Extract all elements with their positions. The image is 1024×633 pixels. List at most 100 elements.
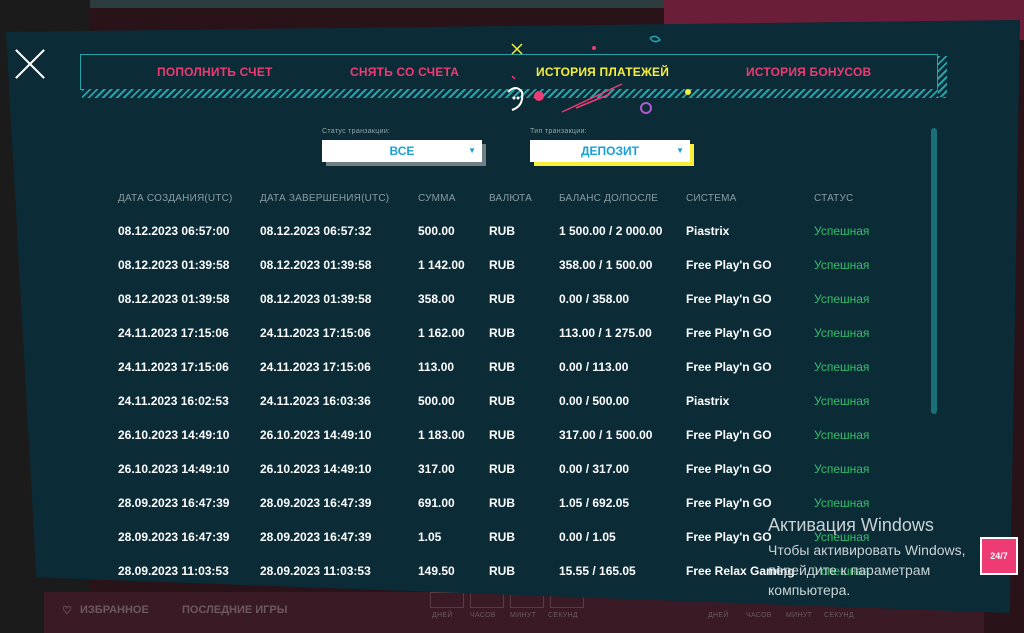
cell-created: 24.11.2023 16:02:53 [118, 394, 229, 408]
counter-label-days: ДНЕЙ [432, 612, 453, 619]
close-icon[interactable] [12, 46, 48, 82]
cell-amount: 358.00 [418, 292, 455, 306]
cell-created: 08.12.2023 01:39:58 [118, 258, 230, 272]
cell-amount: 500.00 [418, 394, 455, 408]
cell-amount: 113.00 [418, 360, 455, 374]
cell-balance: 317.00 / 1 500.00 [559, 428, 653, 442]
type-filter-label: Тип транзакции: [530, 128, 587, 135]
cell-system: Free Play'n GO [686, 258, 772, 272]
cell-balance: 0.00 / 358.00 [559, 292, 630, 306]
cell-status: Успешная [814, 326, 870, 340]
cell-balance: 0.00 / 500.00 [559, 394, 630, 408]
cell-status: Успешная [814, 258, 870, 272]
counter-label-minutes: МИНУТ [786, 612, 813, 619]
favorites-heart-icon: ♡ [62, 605, 72, 617]
cell-created: 28.09.2023 11:03:53 [118, 564, 229, 578]
tab-deposit[interactable]: ПОПОЛНИТЬ СЧЕТ [157, 65, 273, 79]
confetti-decoration-icon [507, 35, 691, 114]
cell-completed: 24.11.2023 17:15:06 [260, 360, 371, 374]
cell-currency: RUB [489, 496, 515, 510]
cell-currency: RUB [489, 326, 515, 340]
column-header-amount: СУММА [418, 193, 456, 204]
cell-status: Успешная [814, 428, 870, 442]
table-row: 24.11.2023 17:15:06 24.11.2023 17:15:06 1 … [0, 326, 1024, 360]
tab-bonus-history[interactable]: ИСТОРИЯ БОНУСОВ [746, 65, 871, 79]
type-select-value: ДЕПОЗИТ [581, 144, 639, 158]
table-row: 08.12.2023 01:39:58 08.12.2023 01:39:58 1 … [0, 258, 1024, 292]
windows-activation-title: Активация Windows [768, 515, 934, 535]
tab-withdraw[interactable]: СНЯТЬ СО СЧЕТА [350, 65, 459, 79]
cell-currency: RUB [489, 428, 515, 442]
chevron-down-icon: ▼ [468, 146, 476, 155]
counter-label-hours: ЧАСОВ [746, 612, 772, 619]
cell-system: Free Play'n GO [686, 530, 772, 544]
cell-currency: RUB [489, 360, 515, 374]
cell-balance: 0.00 / 317.00 [559, 462, 630, 476]
cell-system: Free Play'n GO [686, 292, 772, 306]
cell-system: Free Play'n GO [686, 428, 772, 442]
cell-completed: 28.09.2023 16:47:39 [260, 530, 372, 544]
cell-completed: 28.09.2023 16:47:39 [260, 496, 372, 510]
cell-completed: 08.12.2023 01:39:58 [260, 292, 372, 306]
cell-balance: 1.05 / 692.05 [559, 496, 630, 510]
counter-label-hours: ЧАСОВ [470, 612, 496, 619]
column-header-system: СИСТЕМА [686, 193, 737, 204]
cell-currency: RUB [489, 394, 515, 408]
cell-amount: 1 183.00 [418, 428, 465, 442]
recent-games-link[interactable]: ПОСЛЕДНИЕ ИГРЫ [182, 604, 288, 616]
cell-created: 24.11.2023 17:15:06 [118, 326, 229, 340]
cell-amount: 317.00 [418, 462, 455, 476]
favorites-link[interactable]: ИЗБРАННОЕ [80, 604, 149, 616]
tabs-frame-3d-side [938, 56, 947, 97]
cell-amount: 1 142.00 [418, 258, 465, 272]
table-row: 08.12.2023 01:39:58 08.12.2023 01:39:58 35… [0, 292, 1024, 326]
table-row: 24.11.2023 17:15:06 24.11.2023 17:15:06 11… [0, 360, 1024, 394]
cell-created: 08.12.2023 01:39:58 [118, 292, 230, 306]
cell-created: 28.09.2023 16:47:39 [118, 530, 230, 544]
cell-system: Free Play'n GO [686, 360, 772, 374]
table-row: 24.11.2023 16:02:53 24.11.2023 16:03:36 50… [0, 394, 1024, 428]
cell-balance: 113.00 / 1 275.00 [559, 326, 652, 340]
cell-completed: 08.12.2023 06:57:32 [260, 224, 372, 238]
status-filter-label: Статус транзакции: [322, 128, 391, 135]
cell-amount: 1.05 [418, 530, 442, 544]
table-row: 08.12.2023 06:57:00 08.12.2023 06:57:32 50… [0, 224, 1024, 258]
cell-amount: 149.50 [418, 564, 455, 578]
cell-completed: 08.12.2023 01:39:58 [260, 258, 372, 272]
cell-amount: 1 162.00 [418, 326, 465, 340]
status-select-value: ВСЕ [389, 144, 415, 158]
status-select[interactable]: ВСЕ ▼ [322, 140, 482, 162]
cell-status: Успешная [814, 394, 870, 408]
cell-balance: 1 500.00 / 2 000.00 [559, 224, 663, 238]
chevron-down-icon: ▼ [676, 146, 684, 155]
scrollbar[interactable] [931, 128, 937, 414]
counter-label-days: ДНЕЙ [708, 612, 729, 619]
counter-label-minutes: МИНУТ [510, 612, 537, 619]
cell-completed: 24.11.2023 17:15:06 [260, 326, 371, 340]
column-header-completed: ДАТА ЗАВЕРШЕНИЯ(UTC) [260, 193, 390, 204]
cell-completed: 26.10.2023 14:49:10 [260, 462, 372, 476]
cell-status: Успешная [814, 224, 870, 238]
column-header-created: ДАТА СОЗДАНИЯ(UTC) [118, 193, 233, 204]
cell-currency: RUB [489, 462, 515, 476]
cell-balance: 358.00 / 1 500.00 [559, 258, 653, 272]
cell-created: 24.11.2023 17:15:06 [118, 360, 229, 374]
cell-created: 26.10.2023 14:49:10 [118, 462, 230, 476]
type-select[interactable]: ДЕПОЗИТ ▼ [530, 140, 690, 162]
cell-currency: RUB [489, 564, 515, 578]
cell-system: Free Play'n GO [686, 462, 772, 476]
cell-system: Free Play'n GO [686, 326, 772, 340]
cell-completed: 26.10.2023 14:49:10 [260, 428, 372, 442]
counter-label-seconds: СЕКУНД [824, 612, 854, 619]
column-header-currency: ВАЛЮТА [489, 193, 532, 204]
cell-system: Free Play'n GO [686, 496, 772, 510]
support-chat-button[interactable]: 24/7 [980, 537, 1018, 575]
cell-system: Piastrix [686, 224, 730, 238]
cell-currency: RUB [489, 258, 515, 272]
cell-balance: 0.00 / 1.05 [559, 530, 616, 544]
cell-currency: RUB [489, 292, 515, 306]
cell-amount: 691.00 [418, 496, 455, 510]
cell-created: 28.09.2023 16:47:39 [118, 496, 230, 510]
column-header-status: СТАТУС [814, 193, 854, 204]
cell-status: Успешная [814, 360, 870, 374]
